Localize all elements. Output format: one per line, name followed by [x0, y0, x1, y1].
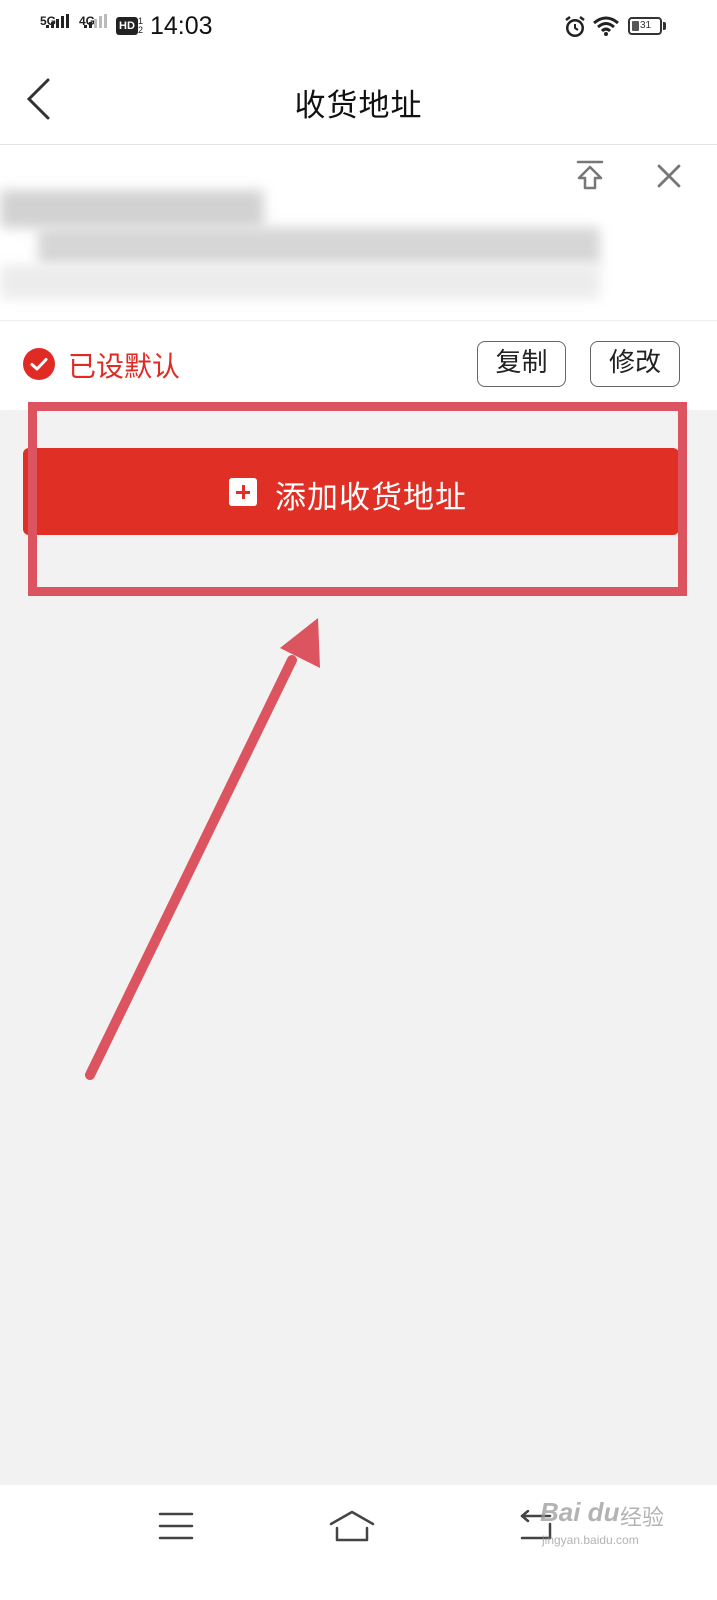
nav-bar: 收货地址	[0, 56, 717, 145]
baidu-jingyan-watermark: Bai du 经验 jingyan.baidu.com	[540, 1497, 715, 1557]
address-line2-redacted	[0, 265, 600, 299]
status-bar: 5G 4G HD 1 2 14:03 31	[0, 0, 717, 56]
add-address-label: 添加收货地址	[275, 480, 467, 516]
battery-tip	[663, 22, 666, 30]
edit-button[interactable]: 修改	[590, 341, 680, 387]
address-card: 已设默认 复制 修改	[0, 145, 717, 410]
menu-icon[interactable]	[158, 1510, 194, 1542]
battery-icon: 31	[628, 17, 662, 35]
hd-voice-icon: HD	[116, 17, 138, 35]
add-address-button[interactable]: 添加收货地址	[23, 448, 679, 535]
status-time: 14:03	[150, 12, 213, 40]
wifi-icon	[593, 16, 619, 36]
address-line-redacted	[38, 227, 600, 265]
pin-to-top-icon[interactable]	[573, 160, 607, 190]
copy-button[interactable]: 复制	[477, 341, 566, 387]
watermark-text: 经验	[620, 1506, 665, 1531]
network-4g-label: 4G	[79, 14, 96, 28]
watermark-url: jingyan.baidu.com	[542, 1533, 639, 1547]
hd-sub-label: 1 2	[138, 16, 144, 35]
close-icon[interactable]	[655, 162, 683, 190]
page-title: 收货地址	[294, 88, 423, 124]
home-icon[interactable]	[328, 1508, 376, 1544]
plus-square-icon	[229, 478, 257, 506]
battery-level: 31	[640, 20, 652, 31]
alarm-icon	[565, 16, 585, 37]
card-divider	[0, 320, 717, 321]
watermark-logo: Bai du	[540, 1497, 620, 1527]
name-phone-redacted	[0, 190, 264, 228]
default-label: 已设默认	[68, 350, 181, 383]
default-check-icon[interactable]	[23, 348, 55, 380]
